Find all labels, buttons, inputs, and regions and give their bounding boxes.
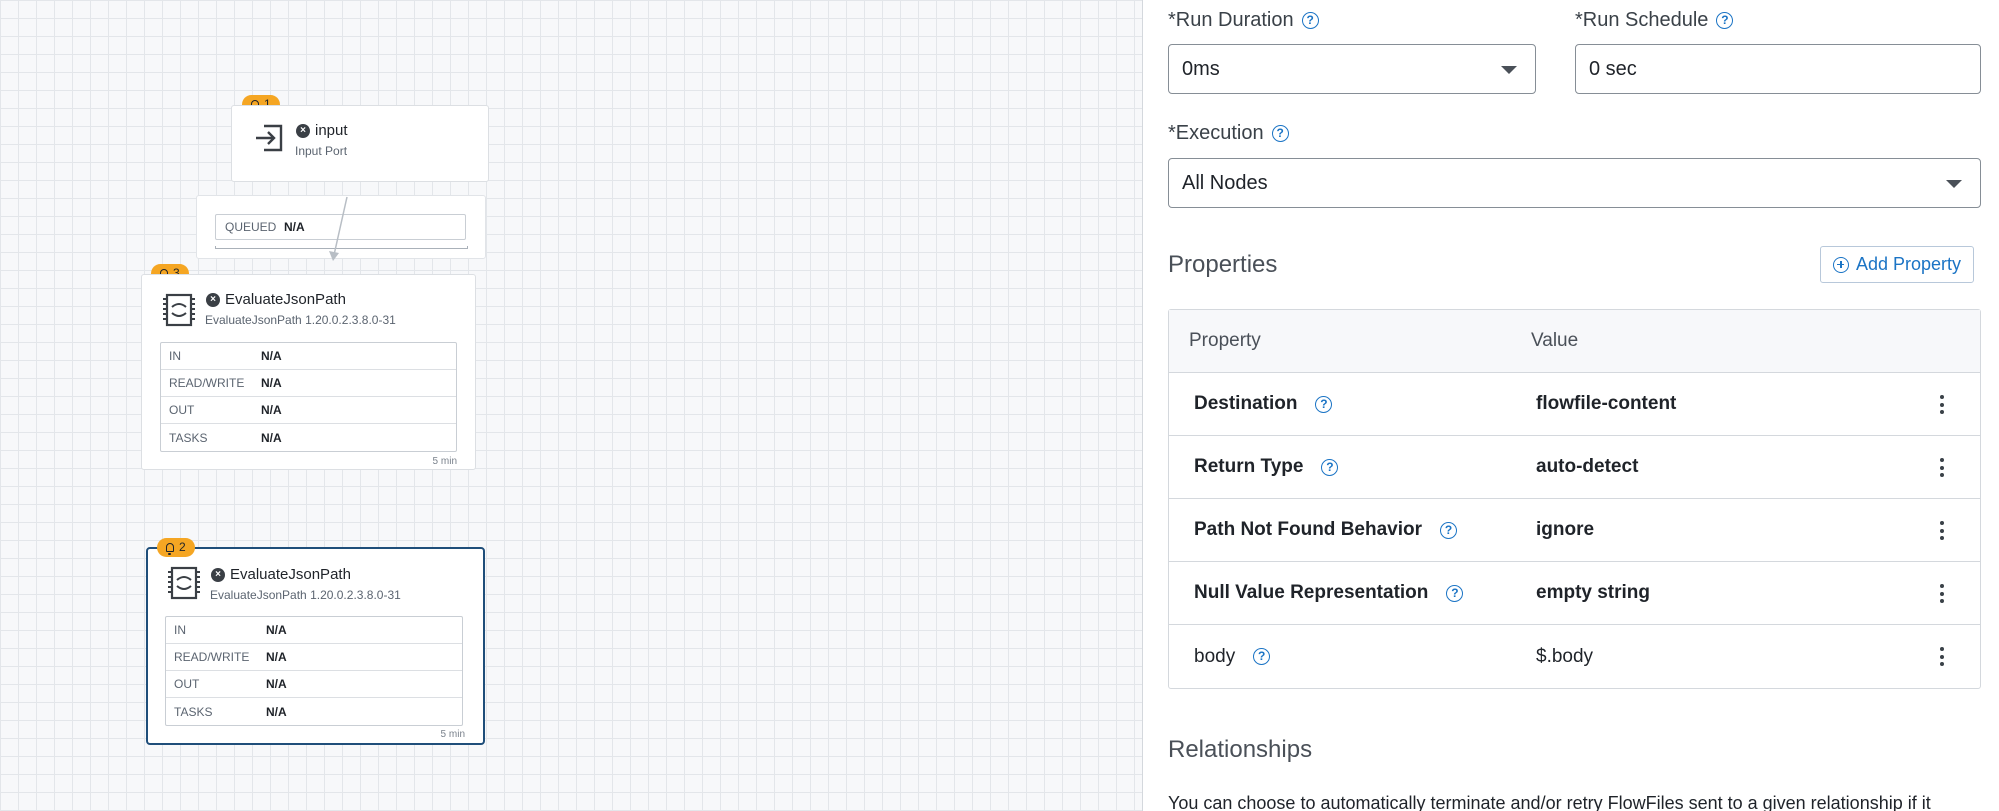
property-name: body	[1194, 645, 1236, 667]
bell-icon	[166, 543, 174, 555]
stats-row: READ/WRITE N/A	[161, 370, 456, 397]
help-icon[interactable]: ?	[1440, 521, 1457, 539]
table-row[interactable]: Path Not Found Behavior? ignore	[1169, 499, 1980, 562]
add-property-button[interactable]: Add Property	[1820, 246, 1975, 283]
processor-2-window: 5 min	[440, 729, 465, 740]
property-name: Return Type	[1194, 456, 1304, 477]
help-icon[interactable]: ?	[1716, 12, 1734, 29]
properties-title: Properties	[1168, 251, 1278, 278]
run-duration-select[interactable]: 0ms	[1168, 44, 1536, 94]
stats-row: IN N/A	[166, 617, 462, 644]
property-value[interactable]: flowfile-content	[1531, 393, 1676, 415]
run-duration-label: *Run Duration ?	[1168, 9, 1319, 32]
kebab-icon[interactable]	[1940, 584, 1944, 603]
help-icon[interactable]: ?	[1253, 648, 1271, 665]
table-row[interactable]: Null Value Representation? empty string	[1169, 562, 1980, 625]
x-circle-icon: ×	[296, 123, 310, 138]
table-row[interactable]: Return Type? auto-detect	[1169, 436, 1980, 499]
flow-canvas[interactable]: 1 × input Input Port QUEUED N/A 3 × Eval…	[0, 0, 1142, 811]
property-value[interactable]: $.body	[1531, 646, 1593, 668]
queued-value: N/A	[284, 220, 305, 234]
property-name: Path Not Found Behavior	[1194, 519, 1422, 540]
execution-select[interactable]: All Nodes	[1168, 158, 1981, 208]
run-schedule-input[interactable]: 0 sec	[1575, 44, 1981, 94]
processor-1-window: 5 min	[432, 456, 457, 467]
processor-1-node[interactable]: × EvaluateJsonPath EvaluateJsonPath 1.20…	[141, 274, 476, 470]
stats-row: TASKS N/A	[169, 430, 282, 445]
stats-row: READ/WRITE N/A	[166, 644, 462, 671]
property-value[interactable]: ignore	[1531, 519, 1594, 541]
kebab-icon[interactable]	[1940, 395, 1944, 414]
input-port-node[interactable]: × input Input Port	[231, 105, 489, 182]
properties-table: Property Value Destination? flowfile-con…	[1168, 309, 1981, 689]
relationships-description: You can choose to automatically terminat…	[1168, 793, 1931, 811]
input-port-icon	[256, 124, 283, 152]
property-value[interactable]: empty string	[1531, 582, 1650, 604]
chevron-down-icon	[1501, 66, 1517, 74]
processor-1-stats: IN N/A READ/WRITE N/A OUT N/A TASKS N/A	[160, 342, 457, 452]
processor-1-title: × EvaluateJsonPath	[206, 291, 346, 308]
table-row[interactable]: Destination? flowfile-content	[1169, 373, 1980, 436]
run-schedule-label: *Run Schedule ?	[1575, 9, 1734, 32]
header-value: Value	[1531, 330, 1579, 351]
stats-row: OUT N/A	[161, 397, 456, 424]
x-circle-icon: ×	[211, 567, 225, 582]
processor-1-version: EvaluateJsonPath 1.20.0.2.3.8.0-31	[205, 313, 396, 327]
relationships-title: Relationships	[1168, 736, 1313, 763]
help-icon[interactable]: ?	[1315, 395, 1333, 413]
stats-row: IN N/A	[161, 343, 456, 370]
processor-icon	[163, 293, 195, 327]
kebab-icon[interactable]	[1940, 458, 1944, 477]
help-icon[interactable]: ?	[1446, 584, 1464, 602]
execution-label: *Execution ?	[1168, 122, 1289, 145]
x-circle-icon: ×	[206, 292, 220, 307]
processor-2-stats: IN N/A READ/WRITE N/A OUT N/A TASKS N/A	[165, 616, 463, 726]
input-port-title: × input	[296, 122, 348, 139]
property-value[interactable]: auto-detect	[1531, 456, 1638, 478]
stats-row: TASKS N/A	[174, 704, 287, 719]
configuration-panel: *Run Duration ? 0ms *Run Schedule ? 0 se…	[1142, 0, 1999, 811]
queued-label: QUEUED	[225, 220, 277, 234]
plus-circle-icon	[1833, 256, 1849, 273]
property-name: Destination	[1194, 393, 1298, 414]
help-icon[interactable]: ?	[1301, 12, 1319, 29]
header-property: Property	[1189, 330, 1261, 351]
table-row[interactable]: body? $.body	[1169, 625, 1980, 688]
property-name: Null Value Representation	[1194, 582, 1429, 603]
processor-icon	[168, 566, 200, 600]
help-icon[interactable]: ?	[1271, 125, 1289, 142]
processor-2-bulletin-badge[interactable]: 2	[157, 538, 195, 557]
help-icon[interactable]: ?	[1321, 458, 1339, 476]
kebab-icon[interactable]	[1940, 647, 1944, 666]
processor-2-version: EvaluateJsonPath 1.20.0.2.3.8.0-31	[210, 588, 401, 602]
input-port-type: Input Port	[295, 144, 348, 158]
properties-table-header: Property Value	[1169, 310, 1980, 373]
kebab-icon[interactable]	[1940, 521, 1944, 540]
stats-row: OUT N/A	[166, 671, 462, 698]
processor-2-node[interactable]: × EvaluateJsonPath EvaluateJsonPath 1.20…	[146, 547, 485, 745]
connection-arrow	[329, 196, 348, 261]
processor-2-title: × EvaluateJsonPath	[211, 566, 351, 583]
chevron-down-icon	[1946, 180, 1962, 188]
